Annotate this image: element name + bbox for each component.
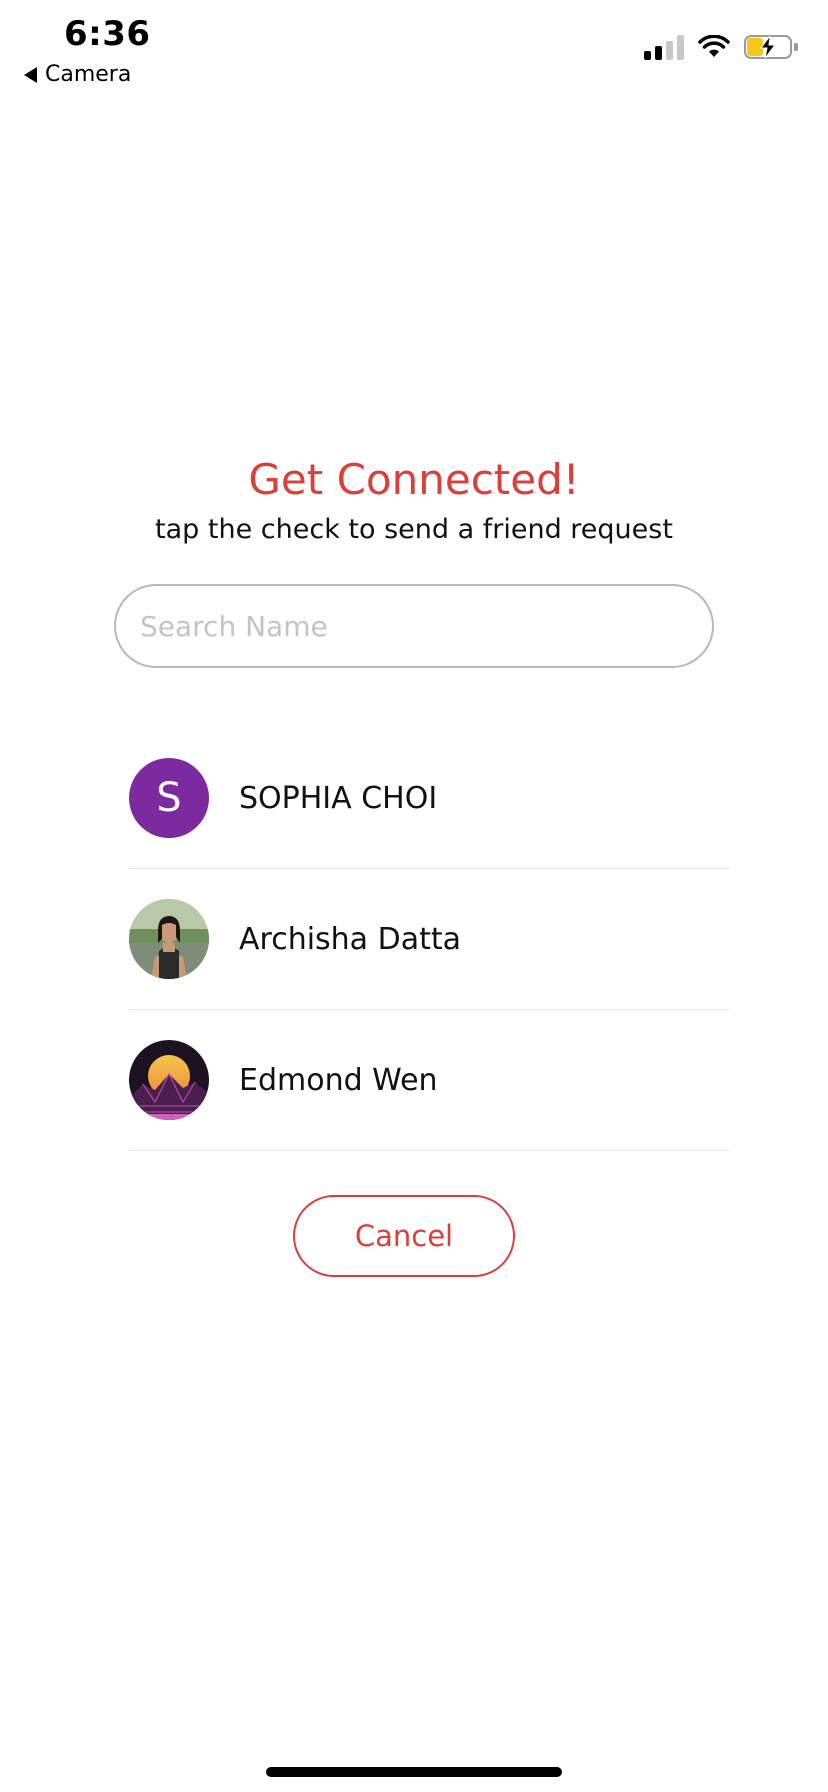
- sunset-mountain-icon: [129, 1040, 209, 1120]
- status-icons: [644, 34, 798, 60]
- friend-row[interactable]: Archisha Datta: [129, 869, 730, 1010]
- battery-charging-icon: [744, 35, 798, 59]
- search-field[interactable]: [114, 584, 714, 668]
- home-indicator[interactable]: [266, 1767, 562, 1777]
- search-input[interactable]: [138, 608, 690, 644]
- cancel-button[interactable]: Cancel: [293, 1195, 515, 1277]
- page-title: Get Connected!: [248, 455, 580, 504]
- avatar-initial: S: [156, 775, 182, 821]
- page-subtitle: tap the check to send a friend request: [155, 514, 673, 545]
- friend-name: Archisha Datta: [239, 921, 461, 957]
- status-time: 6:36: [64, 14, 151, 54]
- back-arrow-icon: [24, 66, 37, 83]
- person-photo-icon: [129, 899, 209, 979]
- friend-row[interactable]: S SOPHIA CHOI: [129, 728, 730, 869]
- friend-name: SOPHIA CHOI: [239, 780, 438, 816]
- avatar: S: [129, 758, 209, 838]
- friend-list: S SOPHIA CHOI Archisha Datta Edmond Wen: [129, 728, 730, 1151]
- cellular-signal-icon: [644, 34, 684, 60]
- wifi-icon: [698, 35, 730, 57]
- friend-row[interactable]: Edmond Wen: [129, 1010, 730, 1151]
- back-link-label: Camera: [45, 62, 132, 87]
- back-to-camera-link[interactable]: Camera: [24, 62, 131, 87]
- friend-name: Edmond Wen: [239, 1062, 438, 1098]
